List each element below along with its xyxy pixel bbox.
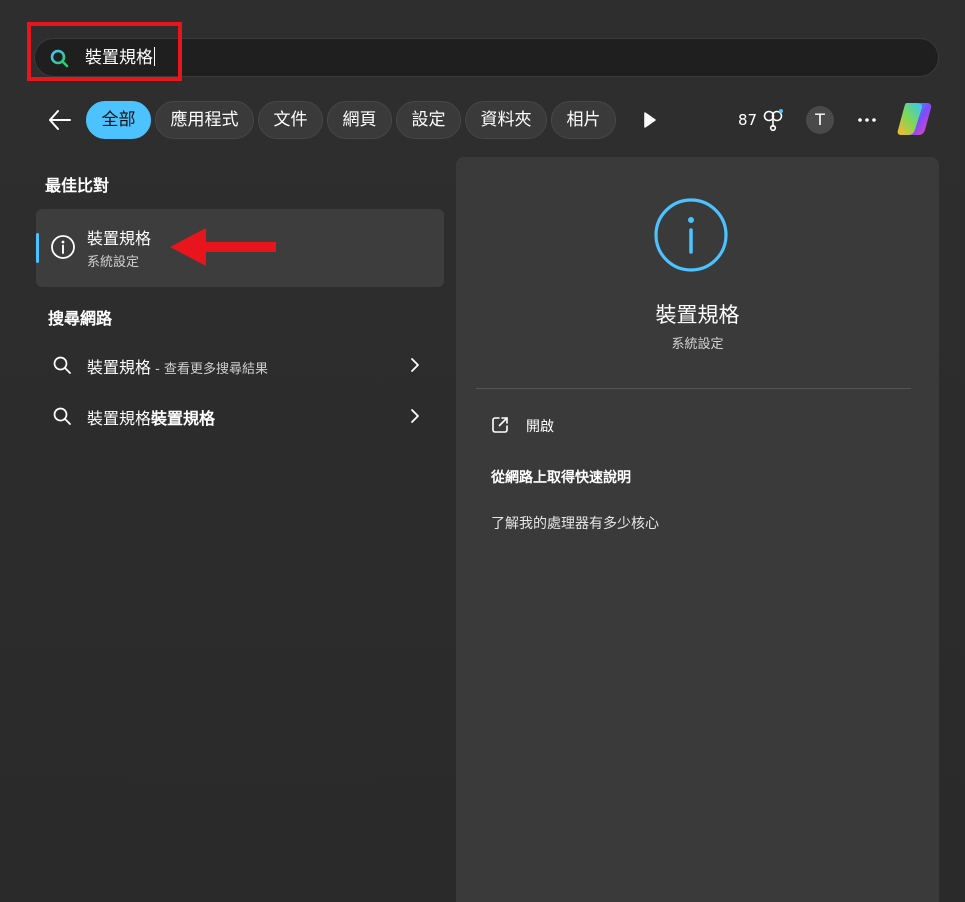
divider xyxy=(476,388,911,389)
best-match-heading: 最佳比對 xyxy=(45,176,110,195)
tab-web[interactable]: 網頁 xyxy=(327,101,392,139)
more-options-icon[interactable] xyxy=(855,110,879,130)
chevron-right-icon xyxy=(411,409,419,423)
chevron-right-icon xyxy=(411,358,419,372)
avatar[interactable]: T xyxy=(806,106,834,134)
tab-documents[interactable]: 文件 xyxy=(258,101,323,139)
start-search-window: 裝置規格 全部 應用程式 文件 網頁 設定 資料夾 相片 87 T 最佳比對 裝… xyxy=(0,0,965,902)
best-match-subtitle: 系統設定 xyxy=(87,255,140,270)
detail-subtitle: 系統設定 xyxy=(671,337,724,352)
tab-photos[interactable]: 相片 xyxy=(551,101,616,139)
search-icon xyxy=(53,356,71,374)
tab-settings[interactable]: 設定 xyxy=(396,101,461,139)
tab-all[interactable]: 全部 xyxy=(86,101,151,139)
copilot-icon[interactable] xyxy=(895,100,935,138)
detail-preview-panel: 裝置規格 系統設定 開啟 從網路上取得快速說明 了解我的處理器有多少核心 xyxy=(456,157,939,902)
back-arrow-icon[interactable] xyxy=(46,106,74,134)
rewards-trophy-icon[interactable] xyxy=(762,108,786,132)
play-more-filters-icon[interactable] xyxy=(638,109,660,131)
info-circle-icon xyxy=(654,198,728,272)
quick-help-link[interactable]: 了解我的處理器有多少核心 xyxy=(491,513,659,533)
search-icon xyxy=(53,407,71,425)
info-circle-icon xyxy=(51,235,75,259)
annotation-arrow-icon xyxy=(170,228,276,266)
web-search-item[interactable]: 裝置規格裝置規格 xyxy=(36,394,444,438)
tab-folders[interactable]: 資料夾 xyxy=(465,101,547,139)
detail-title: 裝置規格 xyxy=(655,303,740,327)
quick-help-heading: 從網路上取得快速說明 xyxy=(491,470,631,486)
web-search-item[interactable]: 裝置規格 - 查看更多搜尋結果 xyxy=(36,343,444,387)
web-search-heading: 搜尋網路 xyxy=(48,309,113,328)
open-label: 開啟 xyxy=(526,419,554,435)
tab-apps[interactable]: 應用程式 xyxy=(155,101,254,139)
web-search-label: 裝置規格裝置規格 xyxy=(87,409,216,428)
open-external-icon xyxy=(492,417,508,433)
selection-indicator xyxy=(36,233,39,263)
annotation-highlight-box xyxy=(27,22,182,81)
web-search-label: 裝置規格 - 查看更多搜尋結果 xyxy=(87,358,268,377)
best-match-title: 裝置規格 xyxy=(87,229,152,248)
rewards-points[interactable]: 87 xyxy=(738,111,757,129)
